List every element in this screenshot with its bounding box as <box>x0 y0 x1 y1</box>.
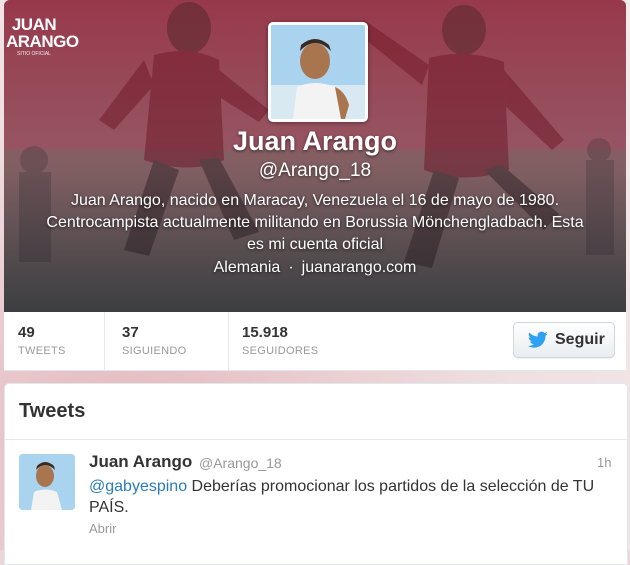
profile-avatar[interactable] <box>268 22 368 122</box>
stat-value: 49 <box>18 324 35 341</box>
profile-handle: @Arango_18 <box>258 160 372 181</box>
profile-bio: Juan Arango, nacido en Maracay, Venezuel… <box>46 192 584 253</box>
twitter-bird-icon <box>528 331 548 348</box>
follow-button-label: Seguir <box>555 331 605 348</box>
profile-stats-bar: 49 TWEETS 37 SIGUIENDO 15.918 SEGUIDORES… <box>4 312 626 371</box>
profile-meta: Alemania · juanarango.com <box>0 259 630 277</box>
stat-label: SEGUIDORES <box>242 345 319 357</box>
logo-line-2: ARANGO <box>6 32 79 51</box>
stat-following[interactable]: 37 SIGUIENDO <box>108 312 229 370</box>
tweets-section-title: Tweets <box>19 400 86 422</box>
logo-line-1: JUAN <box>11 15 57 34</box>
tweet-author-name[interactable]: Juan Arango <box>89 452 192 472</box>
profile-name: Juan Arango <box>232 126 398 156</box>
tweet-avatar-photo <box>19 454 75 510</box>
tweet-avatar[interactable] <box>19 454 75 510</box>
meta-separator: · <box>288 259 294 276</box>
stat-tweets[interactable]: 49 TWEETS <box>4 312 105 370</box>
stat-label: TWEETS <box>18 345 66 357</box>
logo[interactable]: JUAN ARANGO SITIO OFICIAL <box>6 2 79 60</box>
follow-button[interactable]: Seguir <box>513 322 615 358</box>
stat-followers[interactable]: 15.918 SEGUIDORES <box>228 312 368 370</box>
tweet-text: @gabyespino Deberías promocionar los par… <box>89 476 609 518</box>
profile-website-link[interactable]: juanarango.com <box>302 259 417 276</box>
tweet-mention-link[interactable]: @gabyespino <box>89 478 187 495</box>
stat-label: SIGUIENDO <box>122 345 187 357</box>
stat-value: 37 <box>122 324 139 341</box>
stat-value: 15.918 <box>242 324 288 341</box>
tweets-timeline: Tweets Juan Arango @Arango_18 1h @gabyes… <box>4 383 628 565</box>
logo-line-3: SITIO OFICIAL <box>17 51 51 57</box>
tweet-author-handle[interactable]: @Arango_18 <box>199 455 282 471</box>
profile-location: Alemania <box>213 259 281 276</box>
tweet-timestamp[interactable]: 1h <box>597 455 611 470</box>
divider <box>5 439 627 440</box>
tweet-open-link[interactable]: Abrir <box>89 521 116 536</box>
avatar-photo <box>271 25 365 119</box>
